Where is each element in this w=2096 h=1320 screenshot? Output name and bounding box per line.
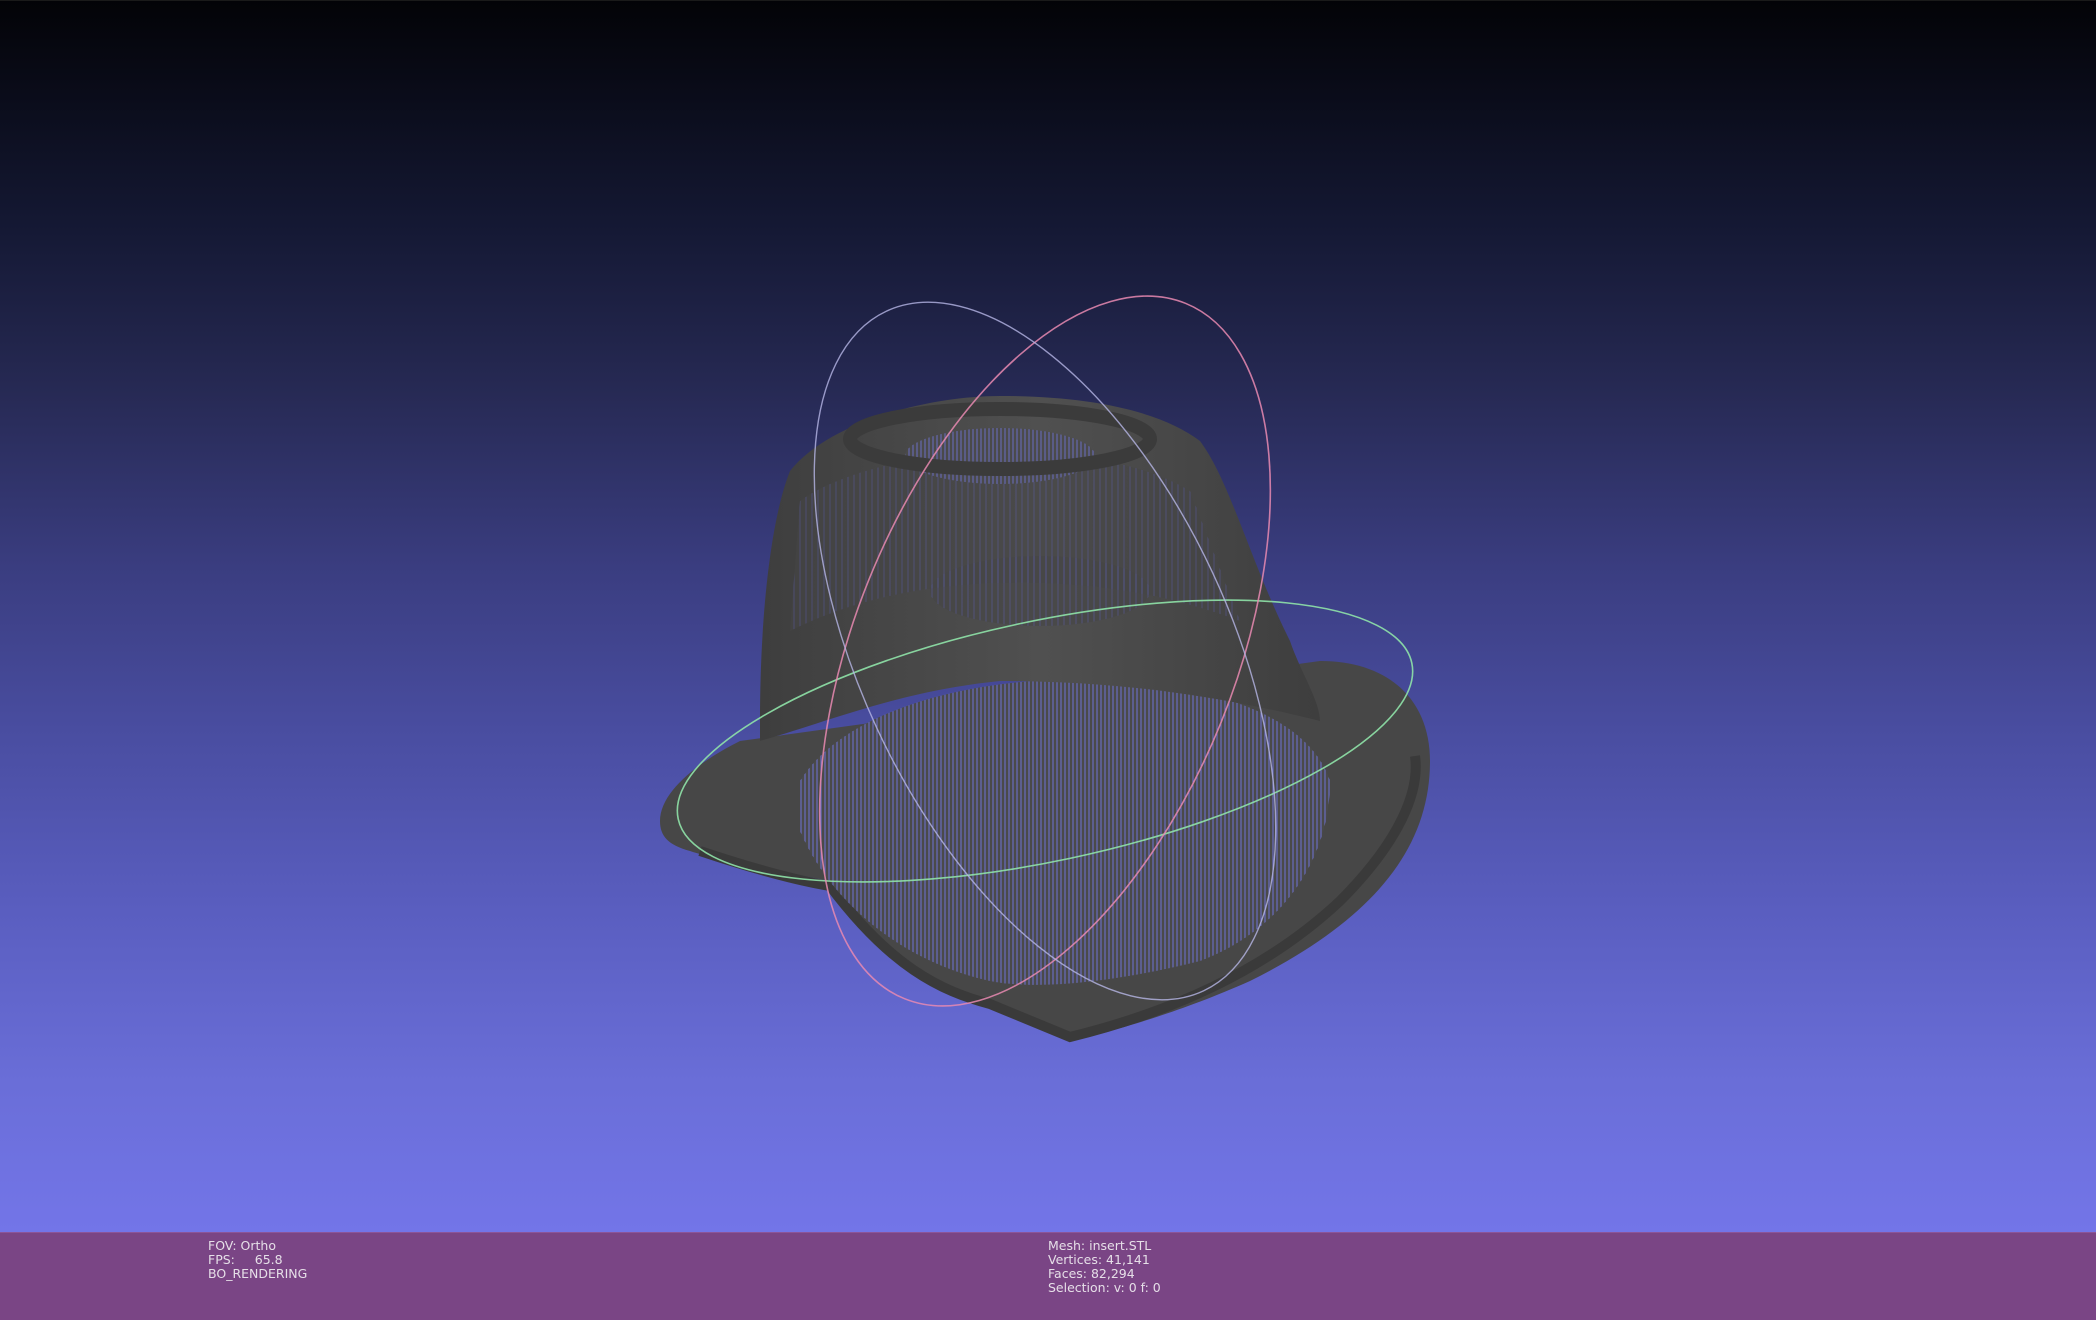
vertices-count-label: Vertices: 41,141 <box>1048 1252 1150 1267</box>
fps-label: FPS: 65.8 <box>208 1252 283 1267</box>
meshlab-window: FOV: Ortho FPS: 65.8 BO_RENDERING Mesh: … <box>0 0 2096 1320</box>
mesh-info-panel: Mesh: insert.STL Vertices: 41,141 Faces:… <box>1048 1239 1161 1295</box>
render-mode-label: BO_RENDERING <box>208 1266 308 1281</box>
fov-label: FOV: Ortho <box>208 1238 276 1253</box>
mesh-render <box>660 295 1430 1043</box>
mesh-mid-opening <box>930 556 1150 626</box>
render-info-panel: FOV: Ortho FPS: 65.8 BO_RENDERING <box>208 1239 307 1281</box>
3d-viewport[interactable] <box>0 0 2096 1232</box>
status-bar: FOV: Ortho FPS: 65.8 BO_RENDERING Mesh: … <box>0 1232 2096 1320</box>
selection-label: Selection: v: 0 f: 0 <box>1048 1280 1161 1295</box>
mesh-name-label: Mesh: insert.STL <box>1048 1238 1152 1253</box>
faces-count-label: Faces: 82,294 <box>1048 1266 1135 1281</box>
